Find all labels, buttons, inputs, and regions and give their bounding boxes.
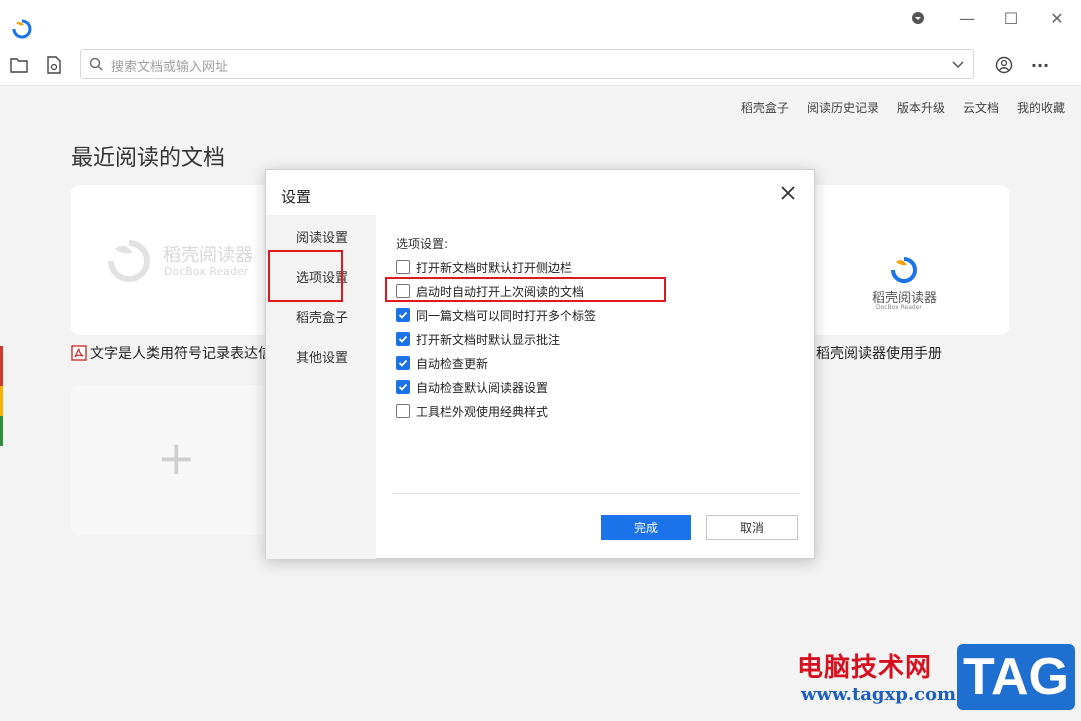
checkbox[interactable] — [396, 308, 410, 322]
nav-link-favorites[interactable]: 我的收藏 — [1017, 99, 1065, 116]
option-open-sidebar[interactable]: 打开新文档时默认打开侧边栏 — [396, 258, 572, 276]
watermark-tag-logo: TAG — [957, 644, 1075, 710]
dialog-close-button[interactable] — [776, 181, 800, 205]
dialog-title: 设置 — [281, 188, 312, 206]
search-input-placeholder[interactable]: 搜索文档或输入网址 — [111, 56, 228, 75]
option-label: 打开新文档时默认显示批注 — [416, 332, 561, 347]
watermark-text: 电脑技术网 — [797, 653, 933, 683]
cancel-button[interactable]: 取消 — [706, 515, 798, 540]
top-nav-links: 稻壳盒子 阅读历史记录 版本升级 云文档 我的收藏 — [741, 99, 1065, 116]
nav-link-history[interactable]: 阅读历史记录 — [807, 99, 879, 116]
settings-dialog: 设置 阅读设置 选项设置 稻壳盒子 其他设置 选项设置: 打开新文档时默认打开侧… — [265, 169, 815, 559]
options-panel: 选项设置: 打开新文档时默认打开侧边栏 启动时自动打开上次阅读的文档 同一篇文档… — [376, 215, 814, 559]
checkmark-icon — [398, 383, 408, 391]
sidebar-item-daoke-box[interactable]: 稻壳盒子 — [296, 307, 348, 326]
option-label: 自动检查更新 — [416, 356, 489, 371]
watermark-url: www.tagxp.com — [801, 684, 957, 705]
option-label: 自动检查默认阅读器设置 — [416, 380, 549, 395]
minimize-button[interactable]: — — [955, 8, 979, 28]
address-bar[interactable]: 搜索文档或输入网址 — [80, 49, 974, 79]
checkbox[interactable] — [396, 380, 410, 394]
recent-doc-title: 文字是人类用符号记录表达信 — [90, 346, 272, 362]
dialog-divider — [392, 493, 800, 494]
checkmark-icon — [398, 311, 408, 319]
add-document-card[interactable]: + — [71, 385, 271, 535]
search-icon — [89, 57, 103, 71]
title-bar: — ☐ ✕ — [0, 0, 1081, 44]
sidebar-item-reading[interactable]: 阅读设置 — [296, 227, 348, 246]
toolbar: 搜索文档或输入网址 ··· — [0, 44, 1081, 86]
recent-doc-card[interactable]: 稻壳阅读器 DocBox Reader — [71, 185, 271, 335]
option-auto-update[interactable]: 自动检查更新 — [396, 354, 488, 372]
checkbox[interactable] — [396, 404, 410, 418]
option-check-default-reader[interactable]: 自动检查默认阅读器设置 — [396, 378, 548, 396]
recent-docs-title: 最近阅读的文档 — [71, 146, 226, 171]
option-label: 工具栏外观使用经典样式 — [416, 404, 549, 419]
option-show-annotations[interactable]: 打开新文档时默认显示批注 — [396, 330, 560, 348]
docbox-logo-subtext: DocBox Reader — [164, 265, 249, 278]
done-button[interactable]: 完成 — [601, 515, 691, 540]
recent-doc-card[interactable]: 稻壳阅读器 DocBox Reader — [810, 185, 1009, 335]
cloud-document-icon[interactable] — [43, 54, 65, 76]
pdf-file-icon — [71, 345, 87, 361]
sidebar-item-other[interactable]: 其他设置 — [296, 347, 348, 366]
left-edge-strip — [0, 86, 3, 721]
plus-icon: + — [157, 431, 196, 485]
docbox-logo-subtext: DocBox Reader — [876, 304, 922, 311]
checkbox[interactable] — [396, 356, 410, 370]
checkbox[interactable] — [396, 332, 410, 346]
docbox-logo-text: 稻壳阅读器 — [163, 245, 253, 266]
options-section-title: 选项设置: — [396, 237, 449, 251]
docbox-logo-icon — [108, 240, 150, 282]
nav-link-daoke-box[interactable]: 稻壳盒子 — [741, 99, 789, 116]
checkmark-icon — [398, 359, 408, 367]
user-account-icon[interactable] — [993, 54, 1015, 76]
close-window-button[interactable]: ✕ — [1045, 8, 1069, 28]
option-multiple-tabs[interactable]: 同一篇文档可以同时打开多个标签 — [396, 306, 596, 324]
nav-link-cloud-docs[interactable]: 云文档 — [963, 99, 999, 116]
docbox-logo-icon — [891, 257, 917, 283]
highlight-box-option — [385, 277, 666, 302]
nav-link-upgrade[interactable]: 版本升级 — [897, 99, 945, 116]
option-classic-toolbar[interactable]: 工具栏外观使用经典样式 — [396, 402, 548, 420]
checkbox[interactable] — [396, 260, 410, 274]
close-icon — [781, 186, 795, 200]
option-label: 同一篇文档可以同时打开多个标签 — [416, 308, 597, 323]
chevron-down-icon[interactable] — [951, 57, 965, 71]
more-menu-button[interactable]: ··· — [1029, 54, 1051, 76]
checkmark-icon — [398, 335, 408, 343]
option-label: 打开新文档时默认打开侧边栏 — [416, 260, 573, 275]
recent-doc-title[interactable]: 稻壳阅读器使用手册 — [816, 343, 942, 363]
maximize-button[interactable]: ☐ — [999, 8, 1023, 28]
open-folder-icon[interactable] — [8, 54, 30, 76]
highlight-box-sidebar — [268, 250, 343, 302]
app-logo-icon — [12, 19, 32, 39]
dropdown-indicator-icon[interactable] — [906, 8, 930, 28]
recent-doc-label[interactable]: 文字是人类用符号记录表达信 — [71, 343, 272, 363]
